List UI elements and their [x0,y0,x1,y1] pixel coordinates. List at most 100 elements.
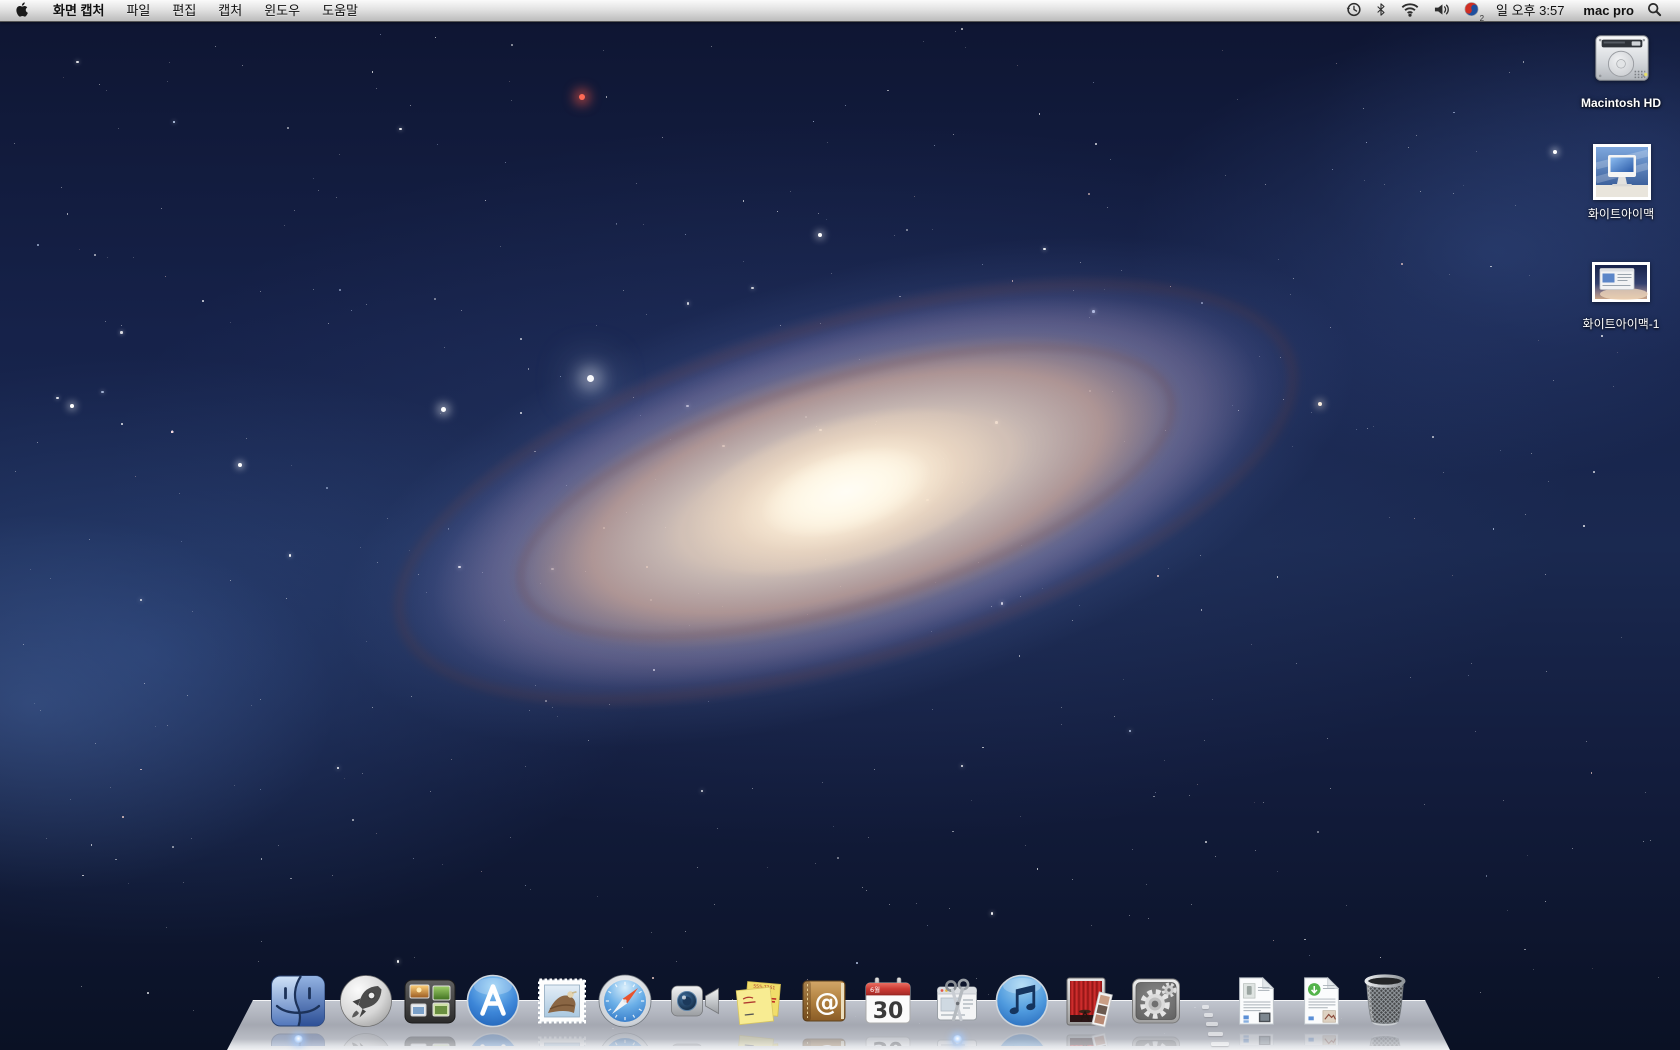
volume-icon [1433,2,1450,20]
desktop: 화면 캡처파일편집캡처윈도우도움말 2 일 오후 3:57 mac pro Maci… [0,0,1680,1050]
dock-photo-booth-reflection [1060,1031,1116,1046]
svg-text:@: @ [815,1044,840,1047]
menu-user-name[interactable]: mac pro [1583,0,1634,22]
dock-finder[interactable] [270,973,326,1029]
dock-launchpad-reflection [338,1031,394,1046]
time-machine-icon [1345,1,1362,21]
desktop-icon-white-imac[interactable] [1593,144,1651,200]
dock-ical-reflection: 6월30 [860,1031,916,1046]
menu-status-volume[interactable] [1433,0,1450,22]
dock-stickies[interactable]: 555-7361 [730,973,786,1029]
finder-icon [270,973,326,1029]
bright-star [1553,150,1557,154]
running-indicator-grab [953,1035,962,1044]
apple-icon [15,1,29,21]
desktop-icon-macintosh-hd[interactable] [1591,27,1653,89]
dock-address-book-reflection: @ [796,1031,852,1046]
dock-facetime[interactable] [667,973,723,1029]
itunes-icon [994,973,1050,1029]
svg-text:30: 30 [873,999,904,1024]
dock-photo-booth[interactable] [1060,973,1116,1029]
wifi-icon [1400,2,1420,20]
menu-status-wifi[interactable] [1400,0,1420,22]
spotlight-search-icon [1647,2,1662,20]
desktop-icon-white-imac-1[interactable] [1592,262,1650,302]
bluetooth-icon [1375,1,1387,21]
dock-separator [1208,1032,1223,1036]
menu-bar: 화면 캡처파일편집캡처윈도우도움말 2 일 오후 3:57 mac pro [0,0,1680,22]
dock-mail[interactable] [534,973,590,1029]
dock-system-preferences[interactable] [1128,973,1184,1029]
white-imac-icon [1593,144,1651,200]
dock-separator [1202,1005,1209,1009]
dock-separator [1204,1013,1213,1017]
dock-stickies-reflection: 555-7361 [730,1031,786,1046]
dock-system-preferences-reflection [1128,1031,1184,1046]
menu-item-3[interactable]: 캡처 [207,0,253,22]
safari-icon [597,973,653,1029]
photo-booth-icon [1060,973,1116,1029]
mail-icon [534,973,590,1029]
system-preferences-icon [1128,973,1184,1029]
dock-itunes[interactable] [994,973,1050,1029]
menu-item-1[interactable]: 파일 [115,0,161,22]
launchpad-icon [338,973,394,1029]
apple-menu[interactable] [0,0,42,22]
menu-item-2[interactable]: 편집 [161,0,207,22]
dock-address-book[interactable]: @ [796,973,852,1029]
dock-document-1-file[interactable] [1230,974,1282,1028]
dock-trash-reflection [1361,1031,1409,1046]
dock-app-store-reflection [465,1031,521,1046]
dock-separator [1211,1042,1229,1046]
dock-launchpad[interactable] [338,973,394,1029]
dock-document-2-file[interactable] [1295,974,1347,1028]
dock-document-2-reflection [1295,1030,1347,1045]
grab-icon [929,973,985,1029]
svg-text:@: @ [815,988,840,1017]
dock-facetime-reflection [667,1031,723,1046]
ical-icon: 6월 30 [860,973,916,1029]
menu-status-time-machine[interactable] [1345,0,1362,22]
menu-status-bluetooth[interactable] [1375,0,1387,22]
menu-status-input-source-korean[interactable]: 2 [1463,0,1480,22]
menu-clock[interactable]: 일 오후 3:57 [1496,0,1564,22]
desktop-icon-label-white-imac[interactable]: 화이트아이맥 [1531,205,1680,222]
dock-document-1-reflection [1230,1030,1282,1045]
menu-app-name[interactable]: 화면 캡처 [42,0,115,22]
svg-text:6월: 6월 [870,985,880,994]
document-1-icon [1230,974,1282,1028]
dock-trash[interactable] [1361,969,1409,1029]
stickies-icon: 555-7361 [730,973,786,1029]
bright-star [579,94,585,100]
menu-spotlight[interactable] [1647,0,1662,22]
dock-app-store[interactable] [465,973,521,1029]
address-book-icon: @ [796,973,852,1029]
desktop-icon-label-white-imac-1[interactable]: 화이트아이맥-1 [1531,315,1680,332]
trash-icon [1361,969,1409,1029]
dock-safari-reflection [597,1031,653,1046]
menu-item-5[interactable]: 도움말 [311,0,369,22]
dock-mail-reflection [534,1031,590,1046]
menu-bar-status-area: 2 일 오후 3:57 mac pro [1345,0,1680,22]
dock-mission-control-reflection [402,1031,458,1046]
running-indicator-finder [294,1035,303,1044]
app-store-icon [465,973,521,1029]
menu-bar-left: 화면 캡처파일편집캡처윈도우도움말 [0,0,369,22]
document-2-icon [1295,974,1347,1028]
svg-text:30: 30 [873,1036,904,1046]
input-source-korean-icon [1463,1,1480,21]
dock-mission-control[interactable] [402,973,458,1029]
mission-control-icon [402,973,458,1029]
macintosh-hd-icon [1591,27,1653,89]
white-imac-1-icon [1592,262,1650,302]
facetime-icon [667,973,723,1029]
bright-star [70,404,74,408]
dock-separator [1206,1022,1218,1026]
dock-grab[interactable] [929,973,985,1029]
dock-itunes-reflection [994,1031,1050,1046]
input-source-badge: 2 [1480,14,1484,23]
dock-ical[interactable]: 6월 30 [860,973,916,1029]
desktop-icon-label-macintosh-hd[interactable]: Macintosh HD [1531,96,1680,110]
dock-safari[interactable] [597,973,653,1029]
menu-item-4[interactable]: 윈도우 [253,0,311,22]
